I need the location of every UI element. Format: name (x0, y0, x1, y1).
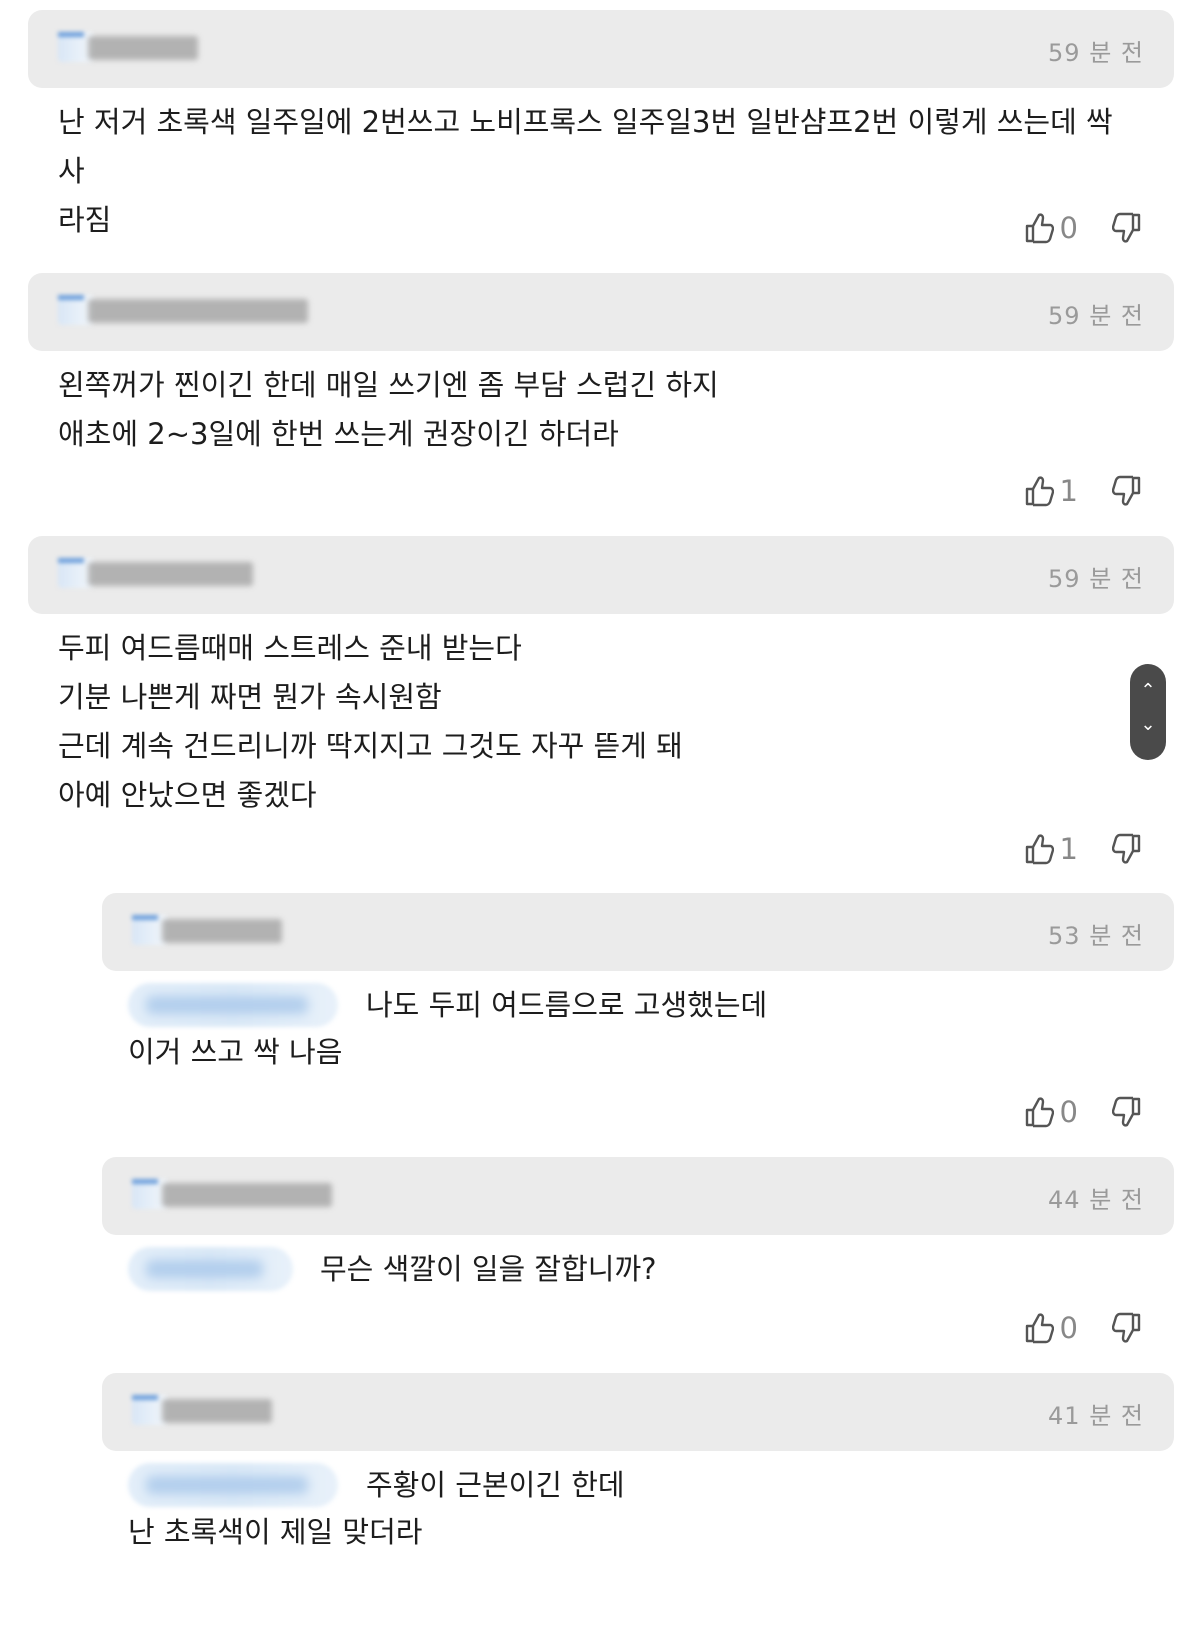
like-count: 0 (1059, 1311, 1078, 1345)
username-redacted[interactable] (162, 1183, 332, 1207)
scroll-widget[interactable]: ⌃ ⌄ (1130, 664, 1166, 760)
like-button[interactable]: 1 (1024, 832, 1078, 866)
comment-header: 59 분 전 (28, 536, 1174, 614)
like-count: 1 (1059, 832, 1078, 866)
mention-tag-redacted[interactable] (128, 1463, 338, 1507)
reply-header: 44 분 전 (102, 1157, 1174, 1235)
dislike-button[interactable] (1112, 833, 1142, 865)
reply-text-first-line: 무슨 색깔이 일을 잘합니까? (320, 1252, 657, 1286)
thumbs-up-icon (1025, 834, 1054, 865)
reply-header: 53 분 전 (102, 893, 1174, 971)
username-redacted[interactable] (162, 919, 282, 943)
like-button[interactable]: 0 (1024, 1311, 1078, 1345)
like-button[interactable]: 0 (1024, 211, 1078, 245)
comment-header: 59 분 전 (28, 273, 1174, 351)
reply-text-first-line: 나도 두피 여드름으로 고생했는데 (366, 988, 768, 1022)
dislike-button[interactable] (1112, 1312, 1142, 1344)
vote-bar: 0 (1024, 1308, 1142, 1348)
username-redacted[interactable] (88, 562, 253, 586)
comment-text: 왼쪽꺼가 찐이긴 한데 매일 쓰기엔 좀 부담 스럽긴 하지 애초에 2~3일에… (58, 368, 719, 451)
username-redacted[interactable] (88, 36, 198, 60)
like-button[interactable]: 0 (1024, 1095, 1078, 1129)
reply-time: 44 분 전 (1048, 1186, 1144, 1214)
vote-bar: 1 (1024, 471, 1142, 511)
comment-header: 59 분 전 (28, 10, 1174, 88)
like-count: 0 (1059, 1095, 1078, 1129)
comment-time: 59 분 전 (1048, 565, 1144, 593)
thumbs-down-icon (1112, 475, 1141, 506)
reply-time: 41 분 전 (1048, 1402, 1144, 1430)
thumbs-up-icon (1025, 476, 1054, 507)
thumbs-down-icon (1112, 1312, 1141, 1343)
reply-header: 41 분 전 (102, 1373, 1174, 1451)
dislike-button[interactable] (1112, 212, 1142, 244)
thumbs-down-icon (1112, 212, 1141, 243)
username-redacted[interactable] (88, 299, 308, 323)
thumbs-up-icon (1025, 213, 1054, 244)
vote-bar: 1 (1024, 829, 1142, 869)
thumbs-down-icon (1112, 833, 1141, 864)
thumbs-down-icon (1112, 1096, 1141, 1127)
comment-text: 두피 여드름때매 스트레스 준내 받는다 기분 나쁜게 짜면 뭔가 속시원함 근… (58, 631, 683, 812)
like-count: 0 (1059, 211, 1078, 245)
comment-text: 난 저거 초록색 일주일에 2번쓰고 노비프록스 일주일3번 일반샴프2번 이렇… (58, 105, 1113, 237)
thumbs-up-icon (1025, 1313, 1054, 1344)
chevron-up-icon[interactable]: ⌃ (1130, 680, 1166, 701)
comment-time: 59 분 전 (1048, 302, 1144, 330)
username-redacted[interactable] (162, 1399, 272, 1423)
reply-text-first-line: 주황이 근본이긴 한데 (366, 1468, 625, 1502)
chevron-down-icon[interactable]: ⌄ (1130, 714, 1166, 735)
vote-bar: 0 (1024, 1092, 1142, 1132)
dislike-button[interactable] (1112, 1096, 1142, 1128)
dislike-button[interactable] (1112, 475, 1142, 507)
mention-tag-redacted[interactable] (128, 1247, 293, 1291)
like-button[interactable]: 1 (1024, 474, 1078, 508)
like-count: 1 (1059, 474, 1078, 508)
mention-tag-redacted[interactable] (128, 983, 338, 1027)
reply-text: 난 초록색이 제일 맞더라 (128, 1515, 423, 1549)
reply-text: 이거 쓰고 싹 나음 (128, 1035, 343, 1069)
thumbs-up-icon (1025, 1097, 1054, 1128)
vote-bar: 0 (1024, 208, 1142, 248)
comment-time: 59 분 전 (1048, 39, 1144, 67)
reply-time: 53 분 전 (1048, 922, 1144, 950)
